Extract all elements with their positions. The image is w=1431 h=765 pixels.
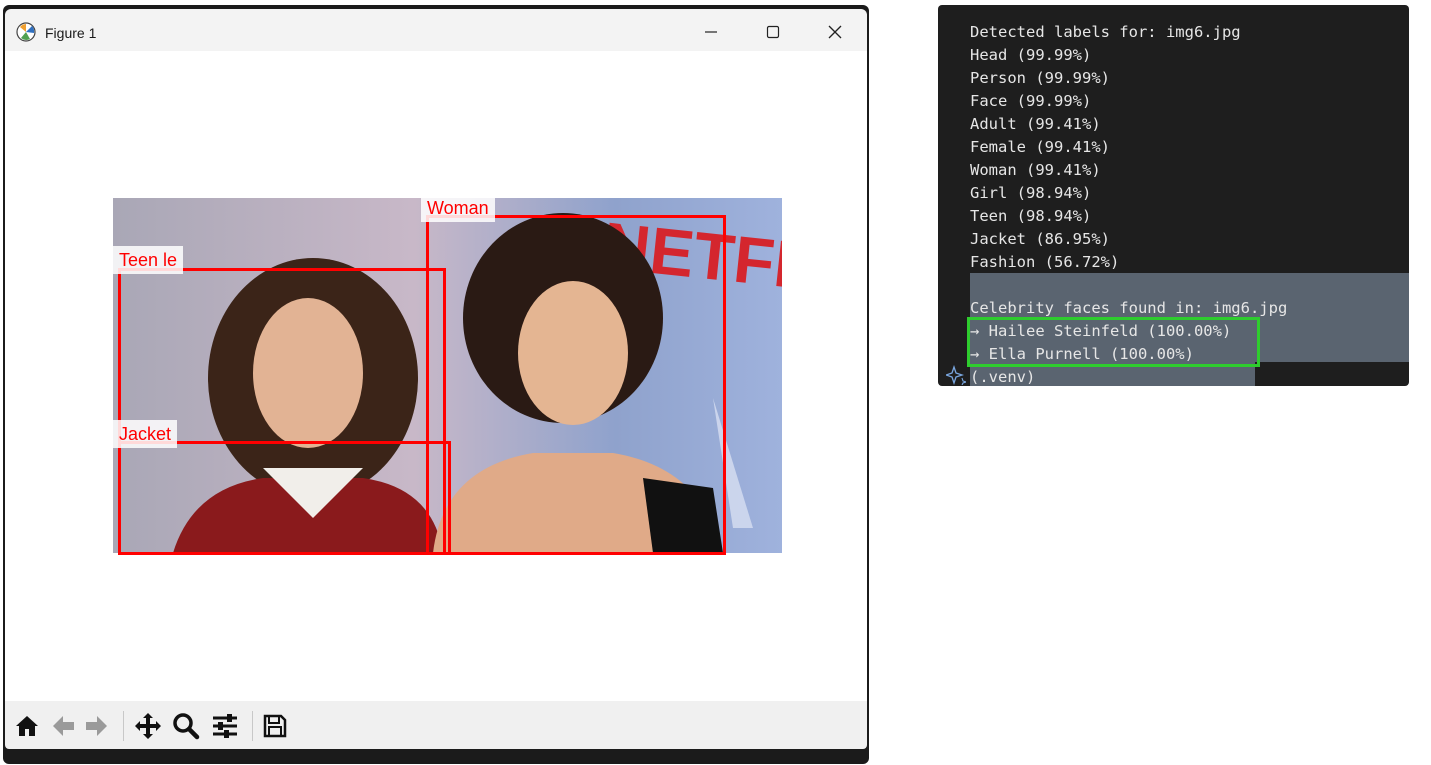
label-teen-female: Teen le xyxy=(113,246,184,274)
terminal-line: Detected labels for: img6.jpg xyxy=(970,23,1241,41)
save-icon xyxy=(263,714,287,738)
window-title: Figure 1 xyxy=(45,25,97,41)
terminal-line: Person (99.99%) xyxy=(970,69,1110,87)
title-bar[interactable]: Figure 1 xyxy=(5,9,867,51)
matplotlib-app-icon xyxy=(16,22,36,42)
bbox-jacket xyxy=(118,441,451,555)
sparkle-icon xyxy=(946,365,966,385)
configure-subplots-icon xyxy=(213,714,237,738)
forward-icon xyxy=(86,716,107,736)
zoom-icon xyxy=(173,713,200,740)
close-icon xyxy=(828,25,842,39)
pan-button[interactable] xyxy=(133,711,163,741)
minimize-icon xyxy=(705,31,717,33)
maximize-icon xyxy=(766,25,780,39)
maximize-button[interactable] xyxy=(750,13,796,51)
terminal-line: Girl (98.94%) xyxy=(970,184,1092,202)
toolbar-separator xyxy=(123,711,124,741)
terminal-line: (.venv) xyxy=(970,368,1036,386)
save-button[interactable] xyxy=(260,711,290,741)
terminal-line: Fashion (56.72%) xyxy=(970,253,1120,271)
terminal-line: Jacket (86.95%) xyxy=(970,230,1110,248)
pan-icon xyxy=(135,713,161,739)
terminal-line: Woman (99.41%) xyxy=(970,161,1101,179)
navigation-toolbar xyxy=(5,701,867,749)
figure-canvas[interactable]: NETFLIX Woman Teen le Jacket xyxy=(5,51,867,701)
label-jacket: Jacket xyxy=(113,420,178,448)
bbox-woman xyxy=(426,215,726,555)
minimize-button[interactable] xyxy=(688,13,734,51)
close-button[interactable] xyxy=(812,13,858,51)
terminal-line: Face (99.99%) xyxy=(970,92,1092,110)
forward-button[interactable] xyxy=(82,711,112,741)
configure-subplots-button[interactable] xyxy=(210,711,240,741)
terminal-line: Head (99.99%) xyxy=(970,46,1092,64)
celebrity-results-highlight-box xyxy=(967,317,1260,367)
zoom-button[interactable] xyxy=(171,711,201,741)
home-button[interactable] xyxy=(12,711,42,741)
label-woman: Woman xyxy=(421,194,495,222)
terminal-line: Female (99.41%) xyxy=(970,138,1110,156)
terminal-line: Adult (99.41%) xyxy=(970,115,1101,133)
toolbar-separator xyxy=(252,711,253,741)
home-icon xyxy=(16,716,38,736)
terminal-line: Teen (98.94%) xyxy=(970,207,1092,225)
back-icon xyxy=(53,716,74,736)
figure-window: Figure 1 NETFLIX Woman Teen le Jacket xyxy=(3,5,869,764)
back-button[interactable] xyxy=(48,711,78,741)
